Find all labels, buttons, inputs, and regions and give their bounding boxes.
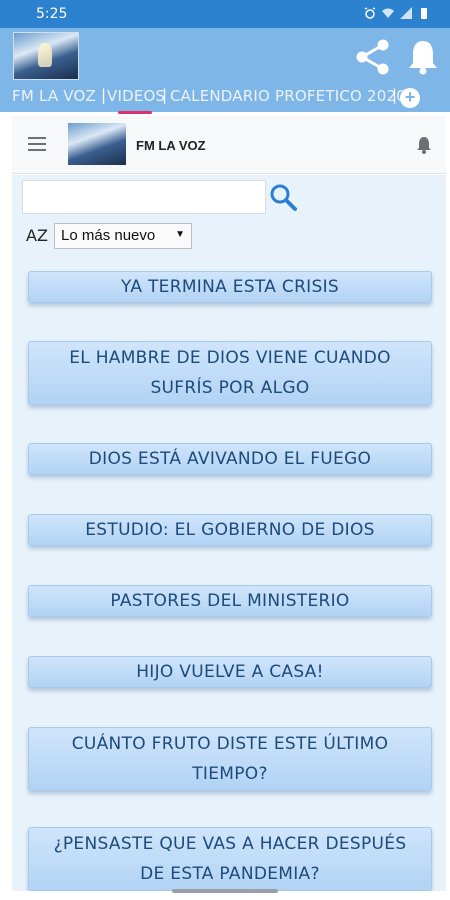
site-title[interactable]: FM LA VOZ — [136, 138, 206, 153]
video-list-page: AZ Lo más nuevo ▼ YA TERMINA ESTA CRISIS… — [12, 175, 446, 891]
status-time: 5:25 — [36, 6, 68, 22]
video-item-button[interactable]: DIOS ESTÁ AVIVANDO EL FUEGO — [28, 443, 432, 475]
wifi-icon — [382, 8, 394, 18]
sort-az-icon: AZ — [26, 226, 48, 245]
gesture-nav-handle[interactable] — [172, 889, 278, 893]
status-bar: 5:25 — [0, 0, 450, 28]
share-icon[interactable] — [354, 38, 392, 76]
sort-select[interactable]: Lo más nuevo ▼ — [54, 223, 192, 249]
tab-separator: | — [392, 86, 398, 104]
app-header: FM LA VOZ | VIDEOS | CALENDARIO PROFETIC… — [0, 28, 450, 112]
search-input[interactable] — [22, 180, 266, 214]
site-logo[interactable] — [68, 123, 126, 165]
dropdown-arrow-icon: ▼ — [175, 229, 185, 240]
battery-icon — [421, 8, 427, 19]
bell-icon[interactable] — [416, 136, 432, 154]
video-item-button[interactable]: ESTUDIO: EL GOBIERNO DE DIOS — [28, 514, 432, 546]
tab-separator: | — [101, 86, 107, 104]
tab-bar: FM LA VOZ | VIDEOS | CALENDARIO PROFETIC… — [0, 84, 450, 110]
web-header: FM LA VOZ — [12, 116, 446, 174]
video-item-button[interactable]: CUÁNTO FRUTO DISTE ESTE ÚLTIMO TIEMPO? — [28, 727, 432, 791]
tab-separator: | — [162, 86, 168, 104]
tab-calendario-profetico[interactable]: CALENDARIO PROFETICO 2020 — [170, 87, 406, 105]
video-item-button[interactable]: HIJO VUELVE A CASA! — [28, 656, 432, 688]
add-tab-button[interactable]: + — [400, 88, 420, 108]
video-item-button[interactable]: ¿PENSASTE QUE VAS A HACER DESPUÉS DE EST… — [28, 827, 432, 891]
video-item-button[interactable]: YA TERMINA ESTA CRISIS — [28, 271, 432, 303]
video-item-button[interactable]: EL HAMBRE DE DIOS VIENE CUANDO SUFRÍS PO… — [28, 341, 432, 405]
alarm-icon — [364, 7, 376, 19]
search-icon[interactable] — [268, 182, 298, 212]
status-icons — [364, 7, 430, 19]
bell-icon[interactable] — [405, 38, 441, 76]
signal-icon — [400, 7, 412, 19]
sort-selected-value: Lo más nuevo — [61, 227, 156, 244]
active-tab-indicator — [118, 111, 152, 114]
video-item-button[interactable]: PASTORES DEL MINISTERIO — [28, 585, 432, 617]
tab-fm-la-voz[interactable]: FM LA VOZ — [12, 87, 96, 105]
hamburger-icon[interactable] — [28, 137, 46, 151]
app-logo — [13, 32, 79, 80]
tab-videos[interactable]: VIDEOS — [107, 87, 165, 105]
